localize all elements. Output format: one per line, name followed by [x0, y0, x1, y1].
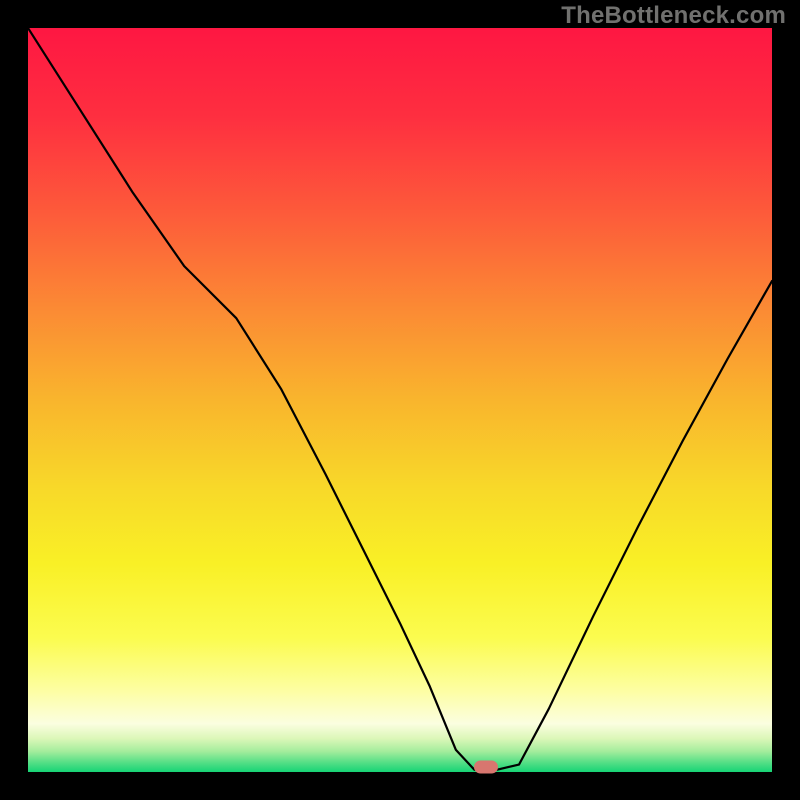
- plot-area: [28, 28, 772, 772]
- optimal-point-marker: [474, 760, 498, 773]
- gradient-background: [28, 28, 772, 772]
- watermark-text: TheBottleneck.com: [561, 2, 786, 30]
- plot-svg: [28, 28, 772, 772]
- chart-frame: TheBottleneck.com: [0, 0, 800, 800]
